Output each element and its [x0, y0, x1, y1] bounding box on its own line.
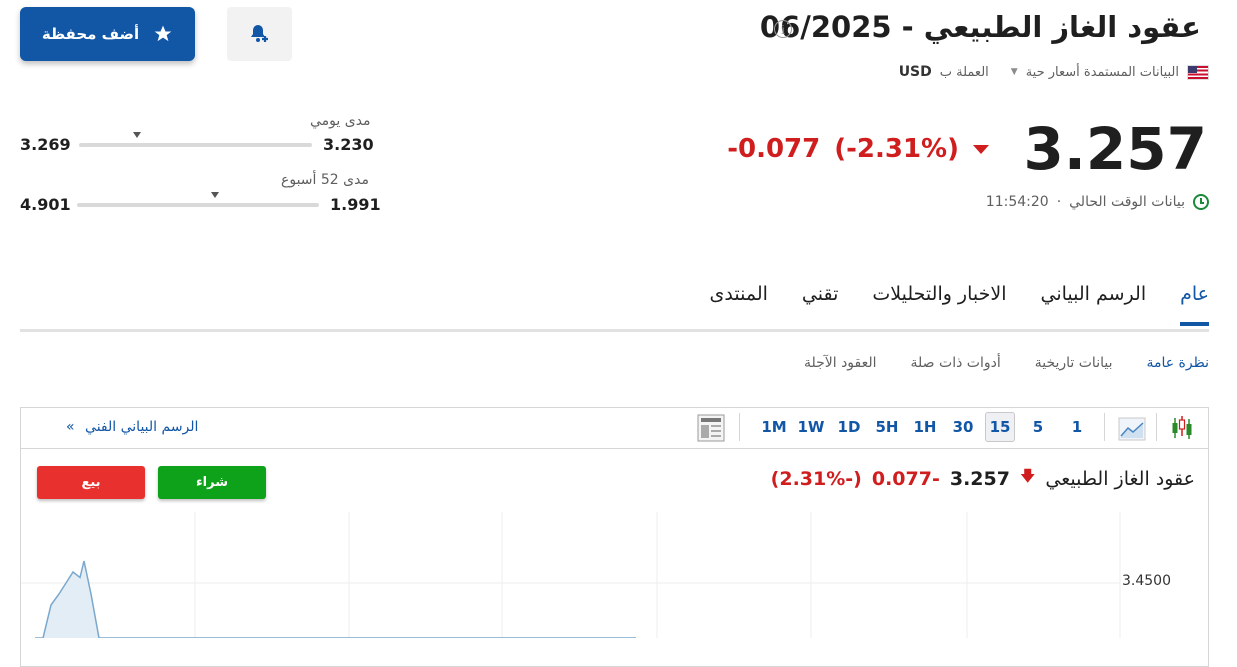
us-flag-icon	[1187, 64, 1209, 80]
subtab-historical[interactable]: بيانات تاريخية	[1035, 355, 1113, 371]
time-value: 11:54:20	[985, 194, 1049, 210]
tabs-divider	[20, 329, 1209, 332]
daily-range-low: 3.230	[323, 135, 374, 154]
tab-news[interactable]: الاخبار والتحليلات	[872, 283, 1006, 305]
interval-5h[interactable]: 5H	[872, 413, 902, 441]
week52-range-low: 1.991	[330, 195, 381, 214]
tab-forum[interactable]: المنتدى	[710, 283, 768, 305]
chart-title: عقود الغاز الطبيعي	[1045, 467, 1195, 490]
double-chevron-icon: »	[66, 419, 75, 435]
last-price: 3.257	[1023, 115, 1207, 183]
chart-price: 3.257	[949, 467, 1010, 490]
add-portfolio-label: أضف محفظة	[41, 25, 140, 43]
instrument-meta: البيانات المستمدة أسعار حية ▼ العملة ب U…	[899, 64, 1209, 80]
buy-button[interactable]: شراء	[158, 466, 266, 499]
price-area-chart	[21, 512, 1121, 638]
interval-1h[interactable]: 1H	[910, 413, 940, 441]
daily-range-label: مدى يومي	[310, 113, 371, 129]
chevron-down-icon[interactable]: ▼	[1011, 67, 1018, 77]
sub-tabs: نظرة عامة بيانات تاريخية أدوات ذات صلة ا…	[804, 355, 1209, 371]
chart-change-percent: (-2.31%)	[770, 467, 862, 490]
technical-chart-link[interactable]: الرسم البياني الفني »	[66, 419, 198, 435]
price-line	[35, 560, 636, 638]
chart-toolbar-divider	[20, 448, 1209, 449]
interval-1[interactable]: 1	[1066, 413, 1088, 441]
currency-code: USD	[898, 64, 932, 80]
star-icon	[154, 25, 172, 42]
chart-change: -0.077	[871, 467, 940, 490]
daily-range-high: 3.269	[20, 135, 71, 154]
tab-chart[interactable]: الرسم البياني	[1041, 283, 1147, 305]
change-value: -0.077	[727, 134, 821, 164]
daily-range-track	[79, 132, 312, 147]
time-label: بيانات الوقت الحالي	[1069, 194, 1185, 210]
page-title: عقود الغاز الطبيعي - 06/2025	[759, 10, 1201, 44]
price-area-fill	[35, 561, 636, 638]
subtab-overview[interactable]: نظرة عامة	[1146, 355, 1209, 371]
week52-range-label: مدى 52 أسبوع	[281, 172, 369, 188]
interval-30[interactable]: 30	[948, 413, 978, 441]
interval-1w[interactable]: 1W	[796, 413, 826, 441]
quote-time: بيانات الوقت الحالي · 11:54:20	[986, 194, 1209, 210]
daily-range-marker	[133, 132, 142, 138]
interval-1d[interactable]: 1D	[834, 413, 864, 441]
add-alert-button[interactable]	[227, 7, 292, 61]
sell-button[interactable]: بيع	[37, 466, 145, 499]
change-percent: (-2.31%)	[834, 134, 959, 164]
data-source-label: البيانات المستمدة أسعار حية	[1025, 64, 1179, 80]
subtab-related[interactable]: أدوات ذات صلة	[911, 355, 1001, 371]
arrow-down-icon: 🡇	[1019, 467, 1036, 485]
price-change: -0.077 (-2.31%)	[727, 134, 989, 164]
technical-chart-label: الرسم البياني الفني	[85, 419, 199, 435]
candlestick-icon[interactable]	[1170, 415, 1194, 441]
interval-1m[interactable]: 1M	[758, 413, 790, 441]
week52-range-marker	[210, 192, 219, 198]
tab-technical[interactable]: تقني	[802, 283, 838, 305]
interval-15[interactable]: 15	[985, 412, 1015, 442]
bell-plus-icon	[250, 25, 268, 42]
info-icon[interactable]: i	[774, 20, 792, 38]
main-tabs: عام الرسم البياني الاخبار والتحليلات تقن…	[710, 283, 1209, 326]
arrow-down-icon	[973, 144, 989, 154]
area-chart-icon[interactable]	[1118, 417, 1146, 441]
interval-5[interactable]: 5	[1027, 413, 1049, 441]
chart-header: عقود الغاز الطبيعي 🡇 3.257 -0.077 (-2.31…	[771, 466, 1195, 491]
currency-prefix: العملة ب	[939, 64, 989, 80]
layout-icon[interactable]	[697, 414, 725, 442]
tab-general[interactable]: عام	[1180, 283, 1209, 326]
subtab-futures[interactable]: العقود الآجلة	[804, 355, 877, 371]
clock-icon	[1193, 194, 1209, 210]
week52-range-track	[77, 192, 319, 207]
y-axis-tick-label: 3.4500	[1122, 573, 1171, 589]
add-portfolio-button[interactable]: أضف محفظة	[20, 7, 195, 61]
week52-range-high: 4.901	[20, 195, 71, 214]
